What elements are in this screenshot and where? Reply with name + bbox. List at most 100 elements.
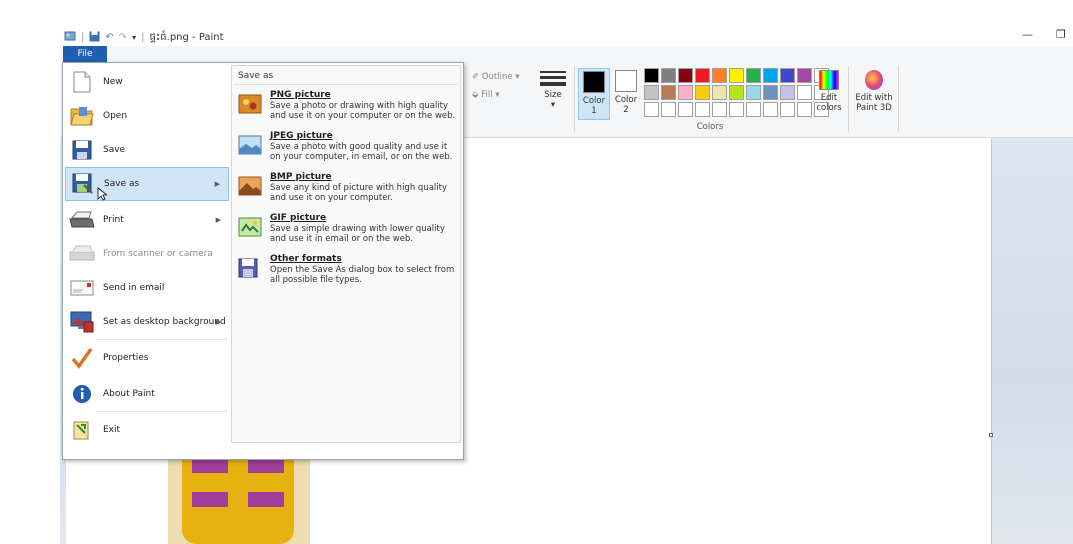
palette-swatch[interactable] xyxy=(678,85,693,100)
size-button[interactable]: Size ▾ xyxy=(538,68,568,110)
bmp-picture-icon xyxy=(238,176,264,198)
new-document-icon xyxy=(69,70,95,94)
menu-properties[interactable]: Properties xyxy=(65,343,229,373)
color1-swatch xyxy=(583,71,605,93)
save-as-icon xyxy=(70,172,96,196)
file-menu: New Open Save Save as ▶ Print ▶ From sca… xyxy=(62,62,464,460)
restore-button[interactable]: ❐ xyxy=(1056,28,1066,41)
menu-from-scanner[interactable]: From scanner or camera xyxy=(65,239,229,269)
palette-swatch[interactable] xyxy=(780,102,795,117)
fill-button[interactable]: ⬙ Fill ▾ xyxy=(472,86,520,104)
menu-divider xyxy=(97,339,227,340)
exit-icon xyxy=(69,418,95,442)
menu-about-paint[interactable]: About Paint xyxy=(65,379,229,409)
palette-swatch[interactable] xyxy=(712,85,727,100)
undo-icon[interactable]: ↶ xyxy=(105,32,113,43)
save-icon xyxy=(69,138,95,162)
window-shape xyxy=(248,458,284,473)
palette-swatch[interactable] xyxy=(763,85,778,100)
menu-divider xyxy=(97,411,227,412)
save-as-gif[interactable]: GIF picture Save a simple drawing with l… xyxy=(236,213,458,244)
menu-save[interactable]: Save xyxy=(65,135,229,165)
palette-swatch[interactable] xyxy=(780,68,795,83)
mouse-cursor-icon xyxy=(97,187,109,204)
palette-swatch[interactable] xyxy=(695,68,710,83)
palette-swatch[interactable] xyxy=(797,102,812,117)
palette-swatch[interactable] xyxy=(661,102,676,117)
palette-swatch[interactable] xyxy=(746,102,761,117)
color2-swatch xyxy=(615,70,637,92)
palette-swatch[interactable] xyxy=(763,102,778,117)
save-as-png[interactable]: PNG picture Save a photo or drawing with… xyxy=(236,90,458,121)
submenu-divider xyxy=(234,84,458,85)
save-as-other-formats[interactable]: Other formats Open the Save As dialog bo… xyxy=(236,254,458,285)
quick-access-toolbar: | ↶ ↷ ▾ | ផ្ទះធំ.png - Paint xyxy=(64,30,224,45)
paint-app-icon[interactable] xyxy=(64,30,76,45)
outline-icon: ✐ xyxy=(472,72,482,82)
qat-save-icon[interactable] xyxy=(89,31,100,45)
color2-button[interactable]: Color 2 xyxy=(610,68,642,120)
palette-swatch[interactable] xyxy=(746,85,761,100)
submenu-arrow-icon: ▶ xyxy=(214,180,220,188)
palette-swatch[interactable] xyxy=(746,68,761,83)
qat-separator: | xyxy=(81,32,85,43)
ribbon-divider xyxy=(848,66,849,132)
checkmark-icon xyxy=(69,346,95,370)
file-tab[interactable]: File xyxy=(63,46,107,63)
size-dropdown-arrow-icon: ▾ xyxy=(550,100,556,110)
email-icon xyxy=(69,276,95,300)
color1-button[interactable]: Color 1 xyxy=(578,68,610,120)
info-icon xyxy=(69,382,95,406)
palette-swatch[interactable] xyxy=(695,85,710,100)
edit-colors-button[interactable]: Edit colors xyxy=(812,68,846,113)
menu-exit[interactable]: Exit xyxy=(65,415,229,445)
ribbon-divider xyxy=(898,66,899,132)
window-shape xyxy=(192,492,228,507)
palette-swatch[interactable] xyxy=(712,68,727,83)
palette-swatch[interactable] xyxy=(678,102,693,117)
save-as-submenu: Save as PNG picture Save a photo or draw… xyxy=(231,65,461,443)
palette-swatch[interactable] xyxy=(729,68,744,83)
palette-swatch[interactable] xyxy=(644,85,659,100)
menu-save-as[interactable]: Save as ▶ xyxy=(65,167,229,201)
save-as-bmp[interactable]: BMP picture Save any kind of picture wit… xyxy=(236,172,458,203)
ribbon-divider xyxy=(574,66,575,132)
menu-print[interactable]: Print ▶ xyxy=(65,205,229,235)
palette-swatch[interactable] xyxy=(661,85,676,100)
palette-swatch[interactable] xyxy=(644,68,659,83)
size-icon xyxy=(538,71,568,86)
palette-swatch[interactable] xyxy=(797,68,812,83)
menu-open[interactable]: Open xyxy=(65,101,229,131)
title-separator: | xyxy=(141,32,145,43)
submenu-arrow-icon: ▶ xyxy=(215,216,221,224)
desktop-background-icon xyxy=(69,310,95,334)
palette-swatch[interactable] xyxy=(678,68,693,83)
palette-swatch[interactable] xyxy=(695,102,710,117)
minimize-button[interactable]: — xyxy=(1022,28,1033,41)
palette-swatch[interactable] xyxy=(661,68,676,83)
save-as-jpeg[interactable]: JPEG picture Save a photo with good qual… xyxy=(236,131,458,162)
submenu-title: Save as xyxy=(238,71,274,81)
palette-swatch[interactable] xyxy=(763,68,778,83)
menu-new[interactable]: New xyxy=(65,67,229,97)
outline-button[interactable]: ✐ Outline ▾ xyxy=(472,68,520,86)
customize-qat-icon[interactable]: ▾ xyxy=(132,33,136,42)
edit-with-paint3d-button[interactable]: Edit with Paint 3D xyxy=(852,68,896,113)
palette-swatch[interactable] xyxy=(729,85,744,100)
palette-swatch[interactable] xyxy=(780,85,795,100)
redo-icon[interactable]: ↷ xyxy=(119,32,127,43)
palette-swatch[interactable] xyxy=(644,102,659,117)
palette-swatch[interactable] xyxy=(729,102,744,117)
menu-send-email[interactable]: Send in email xyxy=(65,273,229,303)
window-title: ផ្ទះធំ.png - Paint xyxy=(149,32,224,43)
window-shape xyxy=(192,458,228,473)
fill-icon: ⬙ xyxy=(472,90,482,100)
png-picture-icon xyxy=(238,94,264,116)
printer-icon xyxy=(69,208,95,232)
palette-swatch[interactable] xyxy=(797,85,812,100)
palette-swatch[interactable] xyxy=(712,102,727,117)
canvas-resize-handle[interactable] xyxy=(989,433,993,437)
color-palette xyxy=(644,68,829,117)
menu-set-desktop-background[interactable]: Set as desktop background ▶ xyxy=(65,307,229,337)
colors-group-label: Colors xyxy=(696,122,724,132)
